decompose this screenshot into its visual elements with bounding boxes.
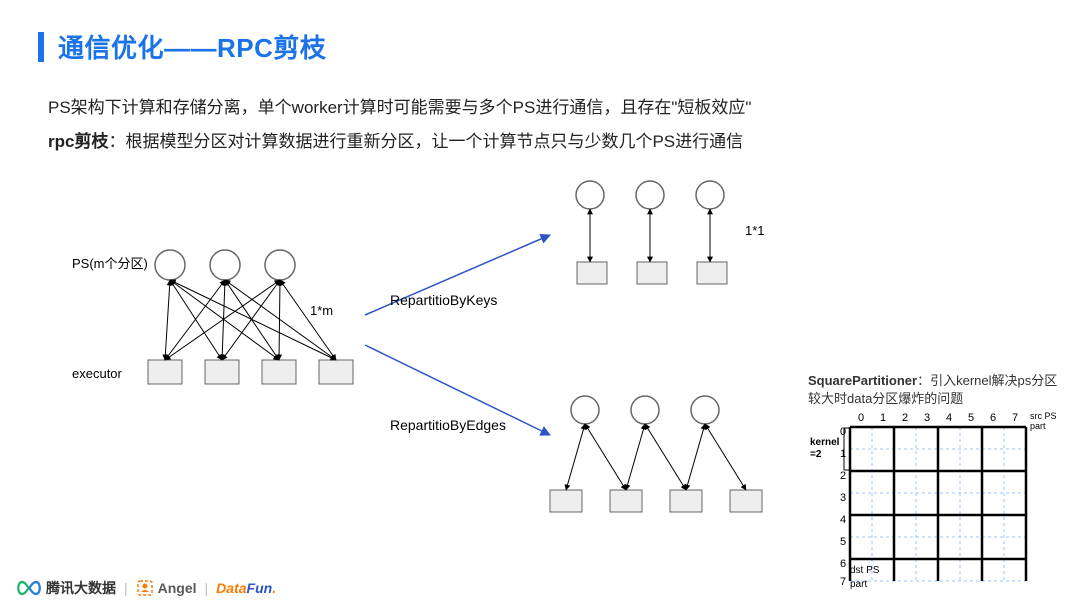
svg-text:part: part xyxy=(1030,421,1046,431)
title-text: 通信优化——RPC剪枝 xyxy=(58,28,326,65)
svg-text:3: 3 xyxy=(840,492,846,504)
desc-rest: ：根据模型分区对计算数据进行重新分区，让一个计算节点只与少数几个PS进行通信 xyxy=(108,132,743,151)
svg-text:7: 7 xyxy=(1012,412,1018,424)
by-keys-diagram: 1*1 xyxy=(576,181,765,284)
description-line-2: rpc剪枝：根据模型分区对计算数据进行重新分区，让一个计算节点只与少数几个PS进… xyxy=(48,127,743,158)
svg-text:6: 6 xyxy=(840,558,846,570)
svg-text:=2: =2 xyxy=(810,449,822,460)
svg-text:1: 1 xyxy=(840,448,846,460)
svg-text:2: 2 xyxy=(902,412,908,424)
datafun-data: Data xyxy=(216,580,246,596)
angel-logo: Angel xyxy=(136,579,197,597)
svg-text:0: 0 xyxy=(858,412,864,424)
tencent-bigdata-text: 腾讯大数据 xyxy=(46,578,116,598)
by-edges-diagram xyxy=(550,396,762,512)
by-edges-label: RepartitioByEdges xyxy=(390,417,506,433)
slide-title: 通信优化——RPC剪枝 xyxy=(38,28,326,65)
description-line-1: PS架构下计算和存储分离，单个worker计算时可能需要与多个PS进行通信，且存… xyxy=(48,93,751,124)
square-partitioner-grid: 01 23 45 67 01 23 45 67 src PS part kern… xyxy=(808,409,1066,587)
branch-arrows xyxy=(365,235,550,435)
svg-text:5: 5 xyxy=(968,412,974,424)
executor-label: executor xyxy=(72,366,123,381)
one-by-m-label: 1*m xyxy=(310,303,333,318)
diagram-area: PS(m个分区) executor 1*m RepartitioByKeys R… xyxy=(50,165,870,565)
angel-text: Angel xyxy=(158,580,197,596)
square-partitioner-card: SquarePartitioner：引入kernel解决ps分区较大时data分… xyxy=(808,372,1066,587)
one-by-one-label: 1*1 xyxy=(745,223,765,238)
svg-text:2: 2 xyxy=(840,470,846,482)
svg-text:7: 7 xyxy=(840,576,846,587)
desc-bold: rpc剪枝 xyxy=(48,132,108,151)
svg-text:4: 4 xyxy=(840,514,846,526)
title-accent-bar xyxy=(38,32,44,62)
svg-text:src PS: src PS xyxy=(1030,411,1057,421)
svg-text:6: 6 xyxy=(990,412,996,424)
ps-label: PS(m个分区) xyxy=(72,256,148,271)
square-partitioner-title: SquarePartitioner：引入kernel解决ps分区较大时data分… xyxy=(808,372,1066,407)
angel-icon xyxy=(136,579,154,597)
datafun-fun: Fun xyxy=(247,580,273,596)
svg-text:4: 4 xyxy=(946,412,952,424)
sp-title-bold: SquarePartitioner xyxy=(808,373,917,388)
svg-text:1: 1 xyxy=(880,412,886,424)
footer-logos: 腾讯大数据 | Angel | DataFun. xyxy=(16,578,276,598)
tencent-bigdata-logo: 腾讯大数据 xyxy=(16,578,116,598)
datafun-logo: DataFun. xyxy=(216,580,276,596)
dst-ps-label: dst PSpart xyxy=(850,564,879,591)
svg-text:kernel: kernel xyxy=(810,437,840,448)
svg-text:3: 3 xyxy=(924,412,930,424)
left-diagram: PS(m个分区) executor 1*m xyxy=(72,250,353,384)
by-keys-label: RepartitioByKeys xyxy=(390,292,497,308)
svg-text:5: 5 xyxy=(840,536,846,548)
infinity-icon xyxy=(16,579,42,597)
